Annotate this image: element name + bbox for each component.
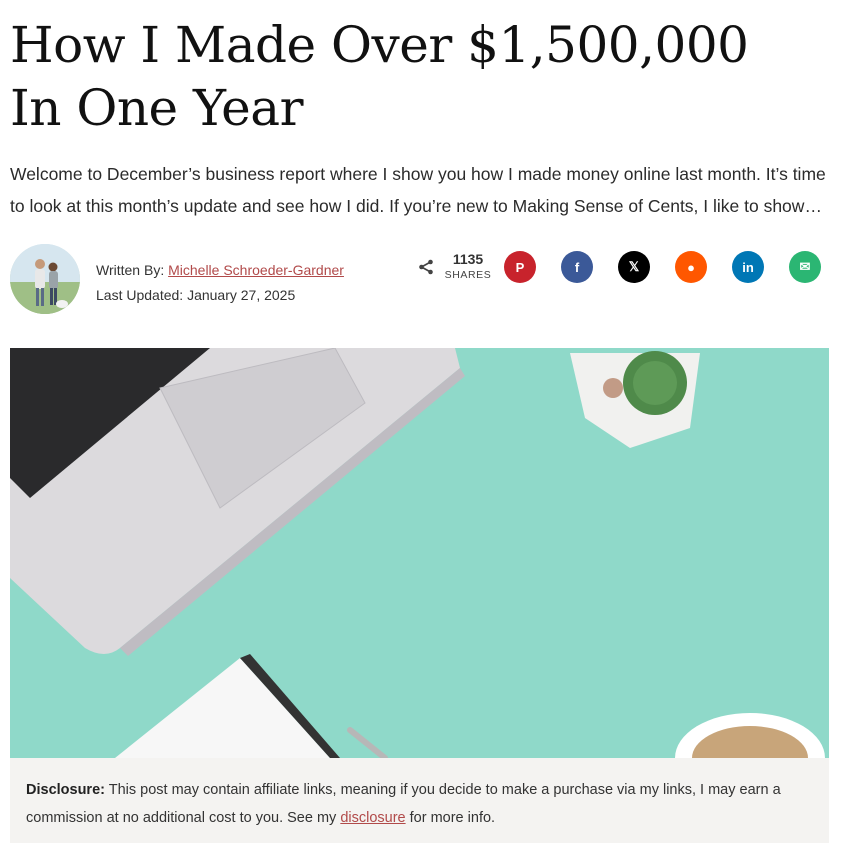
- linkedin-icon: in: [742, 259, 754, 275]
- disclosure-text-end: for more info.: [405, 810, 496, 826]
- hero-image: [10, 348, 829, 758]
- email-share-button[interactable]: ✉: [789, 251, 821, 283]
- article-excerpt: Welcome to December’s business report wh…: [10, 164, 826, 216]
- author-meta: Written By: Michelle Schroeder-Gardner L…: [96, 258, 344, 308]
- x-icon: 𝕏: [628, 259, 640, 274]
- last-updated-date: January 27, 2025: [187, 287, 296, 303]
- linkedin-share-button[interactable]: in: [732, 251, 764, 283]
- share-count-number: 1135: [452, 251, 484, 267]
- x-share-button[interactable]: 𝕏: [618, 251, 650, 283]
- share-count: 1135 SHARES: [418, 251, 496, 285]
- pinterest-share-button[interactable]: P: [504, 251, 536, 283]
- email-icon: ✉: [799, 259, 811, 274]
- share-icon: [419, 259, 433, 275]
- disclosure-label: Disclosure:: [26, 782, 105, 798]
- reddit-icon: ●: [687, 259, 695, 275]
- hero-illustration: [10, 348, 829, 758]
- last-updated-label: Last Updated:: [96, 287, 184, 303]
- disclosure-box: Disclosure: This post may contain affili…: [10, 758, 829, 843]
- avatar-photo: [10, 244, 80, 314]
- facebook-share-button[interactable]: f: [561, 251, 593, 283]
- disclosure-link[interactable]: disclosure: [340, 810, 405, 826]
- page-title: How I Made Over $1,500,000 In One Year: [10, 16, 749, 137]
- author-avatar[interactable]: [10, 244, 80, 314]
- facebook-icon: f: [574, 259, 580, 275]
- written-by-label: Written By:: [96, 262, 165, 278]
- pinterest-icon: P: [515, 259, 525, 275]
- reddit-share-button[interactable]: ●: [675, 251, 707, 283]
- author-byline: Written By: Michelle Schroeder-Gardner L…: [10, 244, 830, 316]
- author-name-link[interactable]: Michelle Schroeder-Gardner: [168, 262, 344, 278]
- share-count-label: SHARES: [444, 269, 492, 281]
- share-bar: 1135 SHARES P f 𝕏 ● in ✉: [418, 250, 828, 284]
